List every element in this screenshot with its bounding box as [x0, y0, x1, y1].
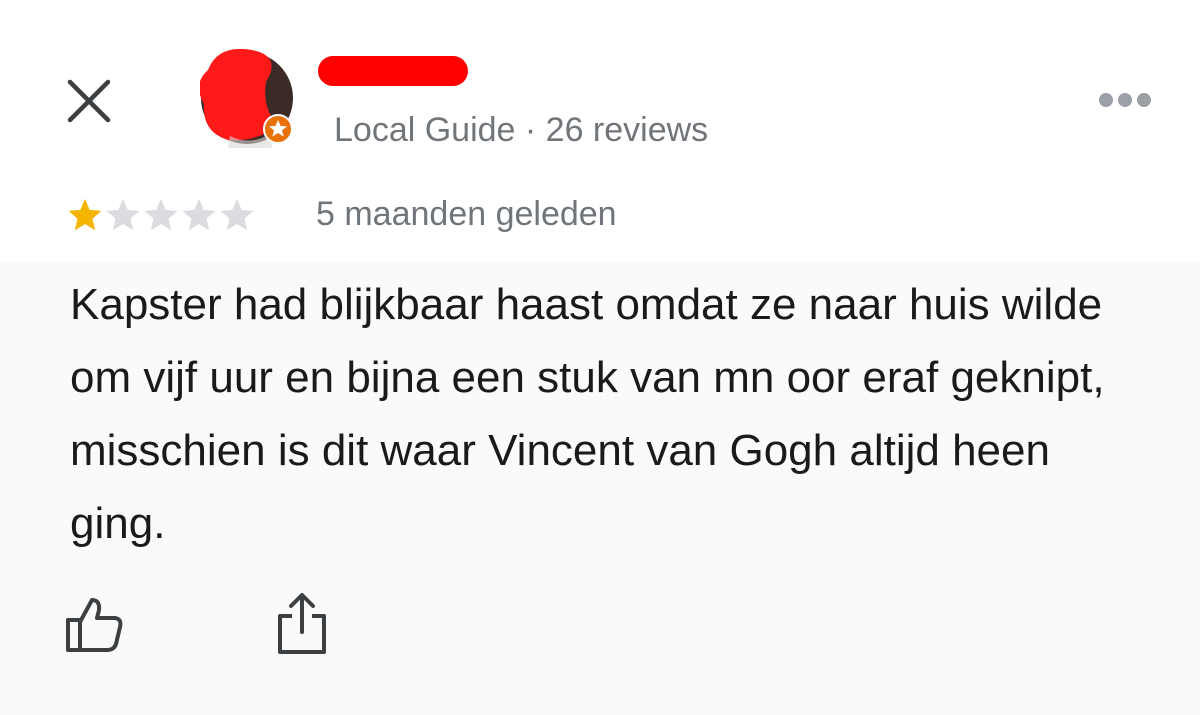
- close-icon: [67, 79, 111, 123]
- review-text: Kapster had blijkbaar haast omdat ze naa…: [70, 280, 1105, 548]
- more-options-icon: [1099, 93, 1151, 107]
- close-button[interactable]: [60, 72, 120, 132]
- star-filled-icon: [68, 198, 102, 231]
- more-options-button[interactable]: [1093, 86, 1157, 114]
- reviewer-avatar[interactable]: [198, 48, 296, 152]
- share-button[interactable]: [272, 590, 332, 656]
- star-rating: [66, 196, 256, 236]
- review-time: 5 maanden geleden: [316, 195, 617, 233]
- local-guide-star-badge: [263, 114, 293, 144]
- like-button[interactable]: [62, 592, 126, 656]
- star-empty-icon: [106, 198, 140, 231]
- star-empty-icon: [182, 198, 216, 231]
- share-icon: [278, 593, 326, 654]
- thumbs-up-icon: [66, 598, 123, 652]
- star-empty-icon: [144, 198, 178, 231]
- star-empty-icon: [220, 198, 254, 231]
- reviewer-name-redacted[interactable]: [318, 56, 468, 86]
- reviewer-meta: Local Guide · 26 reviews: [334, 111, 709, 149]
